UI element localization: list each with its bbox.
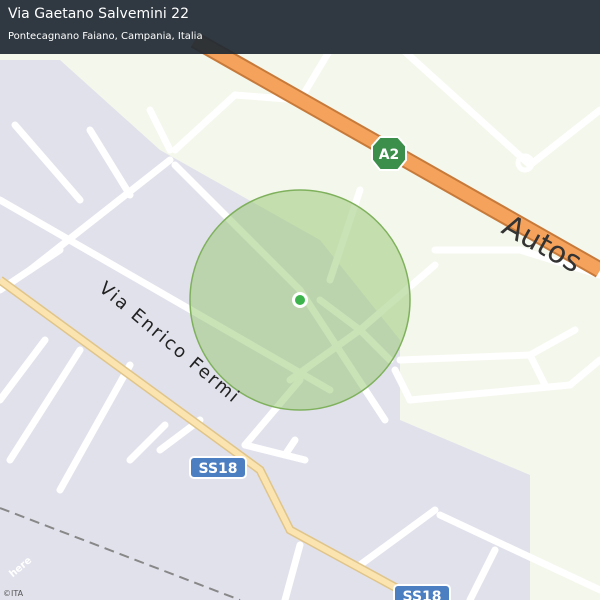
route-shield-icon: SS18 [189, 456, 247, 479]
route-shield-icon-2: SS18 [393, 584, 451, 600]
route-shield-label-2: SS18 [402, 589, 441, 600]
copyright-notice: ©ITA [3, 589, 24, 598]
address-header: Via Gaetano Salvemini 22 Pontecagnano Fa… [0, 0, 600, 54]
address-locality: Pontecagnano Faiano, Campania, Italia [8, 31, 203, 42]
map-canvas[interactable]: Autos Via Enrico Fermi A2 SS18 SS18 [0, 0, 600, 600]
motorway-shield-label: A2 [379, 147, 400, 163]
motorway-shield-icon: A2 [371, 136, 407, 171]
address-title: Via Gaetano Salvemini 22 [8, 6, 189, 22]
location-dot-core [295, 295, 305, 305]
route-shield-label-1: SS18 [198, 461, 237, 477]
